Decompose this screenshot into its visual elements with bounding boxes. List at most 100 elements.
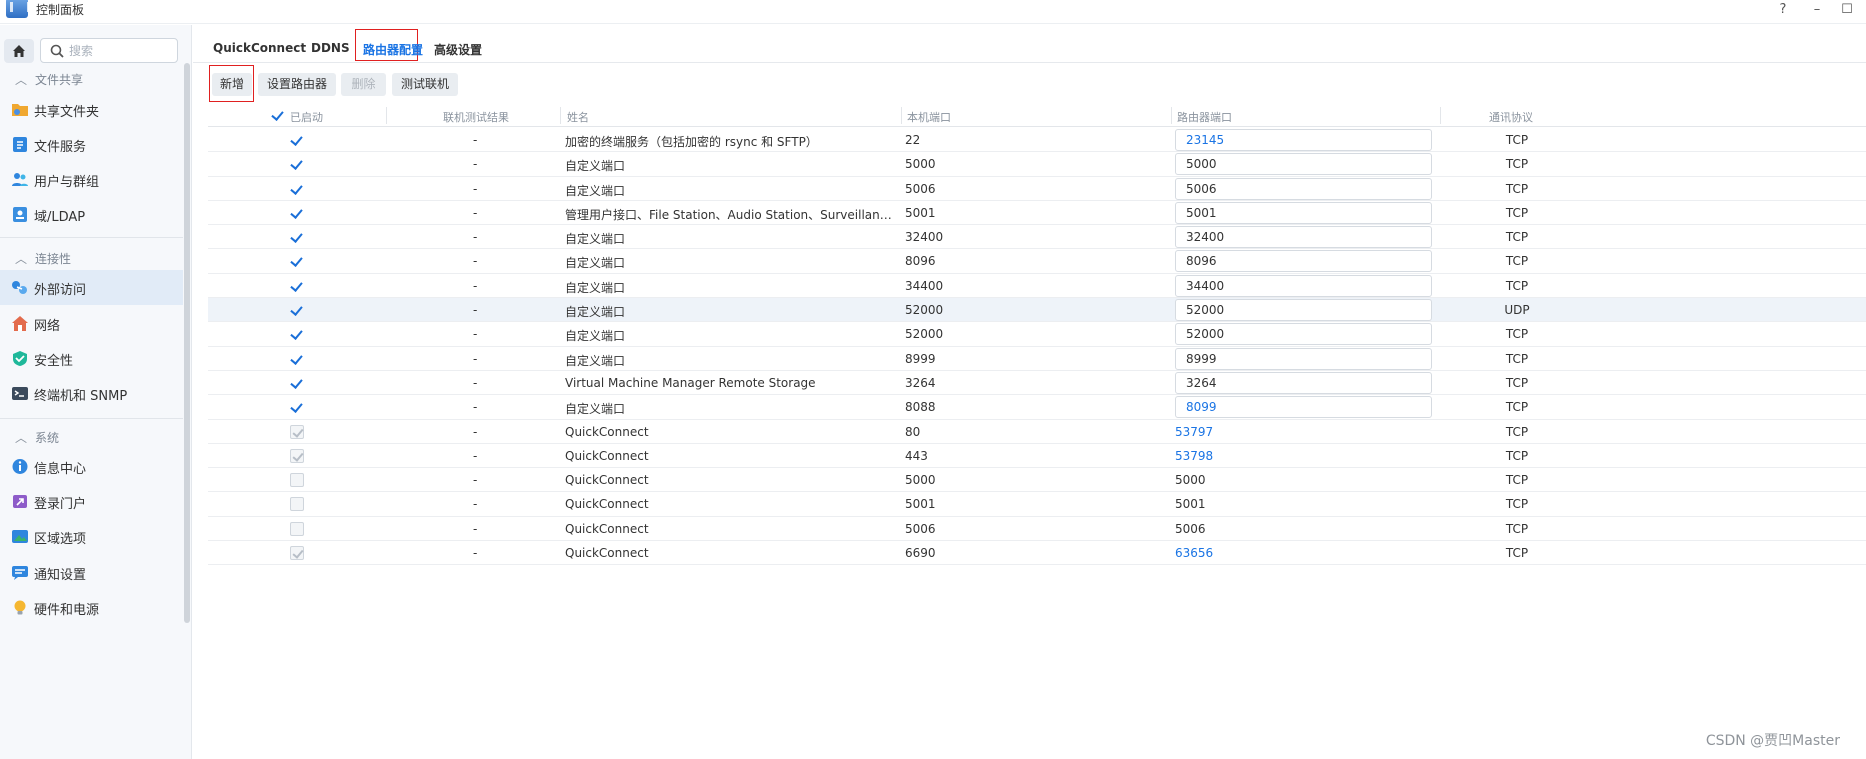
router-port-input[interactable]: 8999	[1175, 347, 1432, 370]
column-divider[interactable]	[386, 107, 387, 124]
router-port-input[interactable]: 8096	[1175, 250, 1432, 273]
router-port-cell[interactable]: 63656	[1175, 546, 1213, 560]
table-row[interactable]: - QuickConnect 80 53797 TCP	[208, 420, 1866, 444]
maximize-button[interactable]: ☐	[1836, 0, 1858, 20]
table-row[interactable]: - Virtual Machine Manager Remote Storage 3…	[208, 371, 1866, 396]
table-row[interactable]: - QuickConnect 5001 5001 TCP	[208, 492, 1866, 517]
enabled-checkbox	[290, 546, 304, 561]
table-row[interactable]: - QuickConnect 5000 5000 TCP	[208, 468, 1866, 493]
column-divider[interactable]	[901, 107, 902, 124]
enabled-checkbox[interactable]	[290, 157, 304, 171]
select-all-checkbox[interactable]	[271, 108, 285, 122]
enabled-checkbox[interactable]	[290, 254, 304, 268]
service-name-cell: QuickConnect	[565, 521, 649, 536]
table-row[interactable]: - 自定义端口 8088 8099 TCP	[208, 395, 1866, 420]
section-file-sharing[interactable]: ︿ 文件共享	[15, 71, 83, 88]
sidebar-item-shared-folder[interactable]: 共享文件夹	[0, 92, 183, 127]
sidebar-item-terminal-snmp[interactable]: 终端机和 SNMP	[0, 376, 183, 411]
router-port-input[interactable]: 5001	[1175, 201, 1432, 224]
col-protocol[interactable]: 通讯协议	[1489, 109, 1533, 125]
router-port-cell[interactable]: 53798	[1175, 449, 1213, 463]
enabled-checkbox[interactable]	[290, 230, 304, 244]
test-connection-button[interactable]: 测试联机	[392, 73, 458, 96]
enabled-checkbox[interactable]	[290, 376, 304, 390]
sidebar-item-regional-options[interactable]: 区域选项	[0, 519, 183, 554]
sidebar-item-hardware-power[interactable]: 硬件和电源	[0, 590, 183, 625]
router-port-input[interactable]: 5000	[1175, 153, 1432, 176]
sidebar-item-users-groups[interactable]: 用户与群组	[0, 162, 183, 197]
column-divider[interactable]	[560, 107, 561, 124]
sidebar-item-security[interactable]: 安全性	[0, 341, 183, 376]
col-test-result[interactable]: 联机测试结果	[443, 109, 509, 125]
enabled-checkbox[interactable]	[290, 133, 304, 147]
sidebar-item-external-access[interactable]: 外部访问	[0, 270, 183, 305]
help-button[interactable]: ?	[1772, 0, 1794, 20]
minimize-button[interactable]: –	[1806, 0, 1828, 20]
table-row[interactable]: - 自定义端口 5006 5006 TCP	[208, 177, 1866, 201]
protocol-cell: TCP	[1505, 351, 1529, 366]
enabled-checkbox[interactable]	[290, 327, 304, 341]
search-icon	[50, 44, 64, 58]
sidebar-item-file-services[interactable]: 文件服务	[0, 127, 183, 162]
table-row[interactable]: - 自定义端口 52000 52000 UDP	[208, 298, 1866, 323]
table-row[interactable]: - 自定义端口 5000 5000 TCP	[208, 152, 1866, 177]
home-button[interactable]	[4, 39, 34, 63]
test-result-cell: -	[473, 254, 478, 269]
table-row[interactable]: - 管理用户接口、File Station、Audio Station、Surve…	[208, 201, 1866, 226]
tab-ddns[interactable]: DDNS	[311, 41, 350, 55]
column-divider[interactable]	[1440, 107, 1441, 124]
table-row[interactable]: - 加密的终端服务（包括加密的 rsync 和 SFTP） 22 23145 TCP	[208, 128, 1866, 153]
table-header: 已启动 联机测试结果 姓名 本机端口 路由器端口 通讯协议	[208, 104, 1866, 127]
test-result-cell: -	[473, 181, 478, 196]
watermark: CSDN @贾凹Master	[1705, 733, 1840, 749]
table-row[interactable]: - QuickConnect 5006 5006 TCP	[208, 517, 1866, 542]
col-name[interactable]: 姓名	[567, 109, 589, 125]
table-row[interactable]: - 自定义端口 52000 52000 TCP	[208, 322, 1866, 347]
sidebar-scrollbar[interactable]	[184, 63, 190, 623]
tab-router-config[interactable]: 路由器配置	[363, 41, 423, 58]
protocol-cell: TCP	[1505, 424, 1529, 439]
col-enabled[interactable]: 已启动	[290, 109, 323, 125]
section-system[interactable]: ︿ 系统	[15, 429, 59, 446]
protocol-cell: TCP	[1505, 133, 1529, 147]
enabled-checkbox[interactable]	[290, 352, 304, 366]
table-row[interactable]: - 自定义端口 32400 32400 TCP	[208, 225, 1866, 250]
router-port-cell[interactable]: 53797	[1175, 425, 1213, 439]
sidebar-item-info-center[interactable]: 信息中心	[0, 449, 183, 484]
enabled-checkbox[interactable]	[290, 400, 304, 414]
router-port-input[interactable]: 3264	[1175, 371, 1432, 394]
search-input[interactable]	[69, 42, 169, 59]
service-name-cell: 加密的终端服务（包括加密的 rsync 和 SFTP）	[565, 135, 818, 149]
section-connectivity[interactable]: ︿ 连接性	[15, 250, 71, 267]
test-result-cell: -	[473, 546, 478, 561]
sidebar-item-notification[interactable]: 通知设置	[0, 555, 183, 590]
enabled-checkbox[interactable]	[290, 182, 304, 196]
enabled-checkbox[interactable]	[290, 206, 304, 220]
table-row[interactable]: - 自定义端口 34400 34400 TCP	[208, 274, 1866, 299]
column-divider[interactable]	[1171, 107, 1172, 124]
sidebar-item-domain-ldap[interactable]: 域/LDAP	[0, 197, 183, 232]
table-row[interactable]: - QuickConnect 6690 63656 TCP	[208, 541, 1866, 566]
col-local-port[interactable]: 本机端口	[907, 109, 951, 125]
table-row[interactable]: - 自定义端口 8096 8096 TCP	[208, 249, 1866, 274]
table-row[interactable]: - QuickConnect 443 53798 TCP	[208, 444, 1866, 469]
router-port-input[interactable]: 52000	[1175, 323, 1432, 346]
router-port-input[interactable]: 34400	[1175, 274, 1432, 297]
sidebar-item-network[interactable]: 网络	[0, 306, 183, 341]
enabled-checkbox[interactable]	[290, 303, 304, 317]
router-port-input[interactable]: 23145	[1175, 129, 1432, 151]
setup-router-button[interactable]: 设置路由器	[258, 73, 336, 96]
router-port-input[interactable]: 8099	[1175, 396, 1432, 419]
sidebar-item-login-portal[interactable]: 登录门户	[0, 484, 183, 519]
protocol-cell: TCP	[1505, 278, 1529, 293]
tab-advanced[interactable]: 高级设置	[434, 41, 482, 58]
enabled-checkbox[interactable]	[290, 279, 304, 293]
col-router-port[interactable]: 路由器端口	[1177, 109, 1232, 125]
router-port-input[interactable]: 52000	[1175, 299, 1432, 322]
router-port-input[interactable]: 32400	[1175, 226, 1432, 249]
router-port-input[interactable]: 5006	[1175, 177, 1432, 200]
table-row[interactable]: - 自定义端口 8999 8999 TCP	[208, 347, 1866, 371]
tab-quickconnect[interactable]: QuickConnect	[213, 41, 306, 55]
service-name-cell: 自定义端口	[565, 256, 626, 271]
search-box[interactable]	[40, 38, 178, 63]
